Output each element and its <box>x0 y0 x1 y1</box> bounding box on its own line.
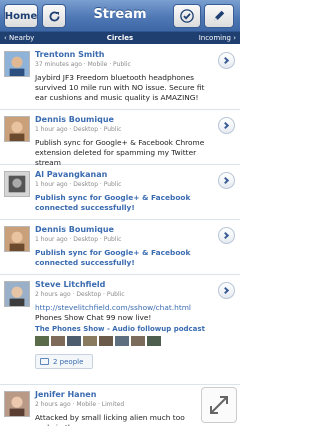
photo-thumbnail[interactable] <box>99 336 113 346</box>
people-icon <box>40 358 49 365</box>
chevron-right-icon <box>221 286 230 295</box>
avatar[interactable] <box>4 391 30 417</box>
photo-thumbnail[interactable] <box>147 336 161 346</box>
post-item[interactable]: Dennis Boumique 1 hour ago · Desktop · P… <box>0 220 240 275</box>
page-title: Stream <box>93 7 147 22</box>
post-item[interactable]: Trentonn Smith 37 minutes ago · Mobile ·… <box>0 45 240 110</box>
post-body: Publish sync for Google+ & Facebook conn… <box>35 248 191 267</box>
post-body: Attacked by small licking alien much too… <box>35 413 185 426</box>
chevron-right-icon <box>221 56 230 65</box>
top-toolbar: Home Stream <box>0 0 240 32</box>
stream-feed: Trentonn Smith 37 minutes ago · Mobile ·… <box>0 45 240 426</box>
post-body: Publish sync for Google+ & Facebook Chro… <box>35 138 205 167</box>
post-meta: 1 hour ago · Desktop · Public <box>35 181 122 188</box>
post-author[interactable]: Al Pavangkanan <box>35 170 107 179</box>
check-icon <box>180 9 194 23</box>
open-post-button[interactable] <box>218 227 235 244</box>
avatar[interactable] <box>4 116 30 142</box>
pencil-icon <box>214 10 225 21</box>
open-post-button[interactable] <box>218 117 235 134</box>
post-meta: 2 hours ago · Mobile · Limited <box>35 401 125 408</box>
stream-app: Home Stream ‹ Nearby Circles Incoming › … <box>0 0 240 426</box>
avatar[interactable] <box>4 171 30 197</box>
shared-with-label: 2 people <box>53 357 84 366</box>
post-link[interactable]: http://stevelitchfield.com/sshow/chat.ht… <box>35 303 191 312</box>
chevron-right-icon <box>221 231 230 240</box>
post-item[interactable]: Steve Litchfield 2 hours ago · Desktop ·… <box>0 275 240 385</box>
post-meta: 1 hour ago · Desktop · Public <box>35 236 122 243</box>
open-post-button[interactable] <box>218 172 235 189</box>
expand-icon <box>210 396 228 414</box>
open-post-button[interactable] <box>218 282 235 299</box>
fullscreen-button[interactable] <box>201 387 237 423</box>
avatar[interactable] <box>4 51 30 77</box>
post-meta: 1 hour ago · Desktop · Public <box>35 126 122 133</box>
album-title[interactable]: The Phones Show - Audio followup podcast <box>35 325 205 333</box>
incoming-tab[interactable]: Incoming › <box>199 32 236 44</box>
post-body: http://stevelitchfield.com/sshow/chat.ht… <box>35 303 214 323</box>
post-meta: 37 minutes ago · Mobile · Public <box>35 61 131 68</box>
photo-thumbnail[interactable] <box>131 336 145 346</box>
post-body-text: Phones Show Chat 99 now live! <box>35 313 152 322</box>
photo-thumbnail[interactable] <box>67 336 81 346</box>
photo-thumbnail[interactable] <box>51 336 65 346</box>
post-author[interactable]: Dennis Boumique <box>35 115 114 124</box>
photo-thumbnail[interactable] <box>35 336 49 346</box>
open-post-button[interactable] <box>218 52 235 69</box>
post-body: Publish sync for Google+ & Facebook conn… <box>35 193 191 212</box>
refresh-icon <box>49 11 59 21</box>
post-body: Jaybird JF3 Freedom bluetooth headphones… <box>35 73 205 102</box>
post-author[interactable]: Steve Litchfield <box>35 280 105 289</box>
stream-filter-bar: ‹ Nearby Circles Incoming › <box>0 32 240 44</box>
compose-button[interactable] <box>204 4 234 28</box>
home-button-label: Home <box>4 10 38 22</box>
post-author[interactable]: Jenifer Hanen <box>35 390 96 399</box>
chevron-right-icon <box>221 176 230 185</box>
avatar[interactable] <box>4 281 30 307</box>
post-item[interactable]: Al Pavangkanan 1 hour ago · Desktop · Pu… <box>0 165 240 220</box>
album-thumbnails[interactable] <box>35 336 161 346</box>
post-author[interactable]: Trentonn Smith <box>35 50 105 59</box>
post-author[interactable]: Dennis Boumique <box>35 225 114 234</box>
post-item[interactable]: Dennis Boumique 1 hour ago · Desktop · P… <box>0 110 240 167</box>
shared-with-button[interactable]: 2 people <box>35 354 93 369</box>
chevron-right-icon <box>221 121 230 130</box>
avatar[interactable] <box>4 226 30 252</box>
refresh-button[interactable] <box>42 4 66 28</box>
post-meta: 2 hours ago · Desktop · Public <box>35 291 125 298</box>
photo-thumbnail[interactable] <box>83 336 97 346</box>
checkin-button[interactable] <box>173 4 201 28</box>
home-button[interactable]: Home <box>4 4 38 28</box>
photo-thumbnail[interactable] <box>115 336 129 346</box>
